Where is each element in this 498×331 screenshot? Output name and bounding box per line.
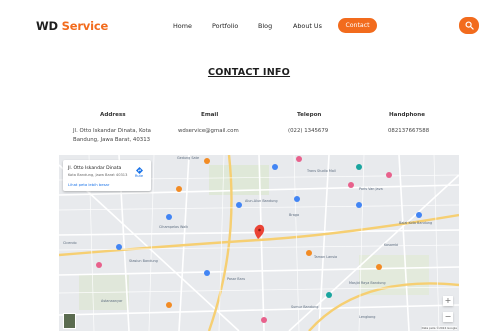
map-label: Braga — [289, 213, 300, 217]
map-label: Balai Kota Bandung — [399, 221, 433, 225]
directions-label: Rute — [134, 174, 144, 178]
mobile-heading: Handphone — [389, 112, 426, 118]
search-icon — [465, 21, 474, 30]
map-zoom-in-button[interactable]: + — [443, 296, 453, 306]
map-label: Cihampelas Walk — [159, 225, 189, 229]
map-label: Cicendo — [63, 241, 77, 245]
map-place-name: Jl. Otto Iskandar Dinata — [68, 166, 122, 171]
address-heading: Address — [100, 112, 126, 118]
address-line-1: Jl. Otto Iskandar Dinata, Kota — [73, 128, 151, 134]
nav-link-blog[interactable]: Blog — [258, 22, 272, 30]
logo-text-main: WD — [36, 19, 58, 33]
map-place-address: Kota Bandung, Jawa Barat 40313 — [68, 173, 128, 177]
search-button[interactable] — [459, 17, 479, 34]
page-title: CONTACT INFO — [207, 67, 291, 78]
map-zoom-out-button[interactable]: − — [443, 312, 453, 322]
nav-link-portfolio[interactable]: Portfolio — [212, 22, 238, 30]
email-value[interactable]: wdservice@gmail.com — [178, 127, 239, 136]
map-label: Alun-Alun Bandung — [245, 199, 278, 203]
nav-link-about-us[interactable]: About Us — [293, 22, 322, 30]
map-label: Taman Lansia — [314, 255, 338, 259]
map-label: Paris Van Java — [359, 187, 383, 191]
address-line-2: Bandung, Jawa Barat, 40313 — [73, 137, 151, 143]
email-heading: Email — [201, 112, 219, 118]
navbar: WD Service Home Portfolio Blog About Us … — [0, 0, 498, 52]
map-label: Trans Studio Mall — [307, 169, 336, 173]
directions-icon — [135, 167, 143, 174]
larger-map-link[interactable]: Lihat peta lebih besar — [68, 182, 109, 187]
map-label: Gedung Sate — [177, 156, 200, 160]
directions-button[interactable]: Rute — [133, 167, 145, 178]
address-value: Jl. Otto Iskandar Dinata, Kota Bandung, … — [73, 127, 151, 145]
map-label: Lengkong — [359, 315, 376, 319]
map-layer-thumbnail[interactable] — [63, 313, 76, 329]
nav-link-home[interactable]: Home — [173, 22, 192, 30]
map-label: Stasiun Bandung — [129, 259, 158, 263]
nav-contact-button[interactable]: Contact — [338, 18, 377, 33]
map-label: Kosambi — [384, 243, 399, 247]
site-logo[interactable]: WD Service — [36, 19, 108, 33]
mobile-value: 082137667588 — [388, 128, 430, 134]
map-label: Masjid Raya Bandung — [349, 281, 386, 285]
logo-text-accent: Service — [61, 19, 109, 33]
embedded-map[interactable]: Gedung Sate Trans Studio Mall Paris Van … — [59, 155, 459, 331]
map-attribution: Data peta ©2024 Google — [421, 326, 457, 330]
map-place-card: Jl. Otto Iskandar Dinata Kota Bandung, J… — [63, 160, 151, 191]
phone-value: (022) 1345679 — [288, 128, 329, 134]
map-label: Pasar Baru — [227, 277, 246, 281]
phone-heading: Telepon — [297, 112, 322, 118]
map-label: Astanaanyar — [101, 299, 123, 303]
map-label: Sumur Bandung — [291, 305, 319, 309]
